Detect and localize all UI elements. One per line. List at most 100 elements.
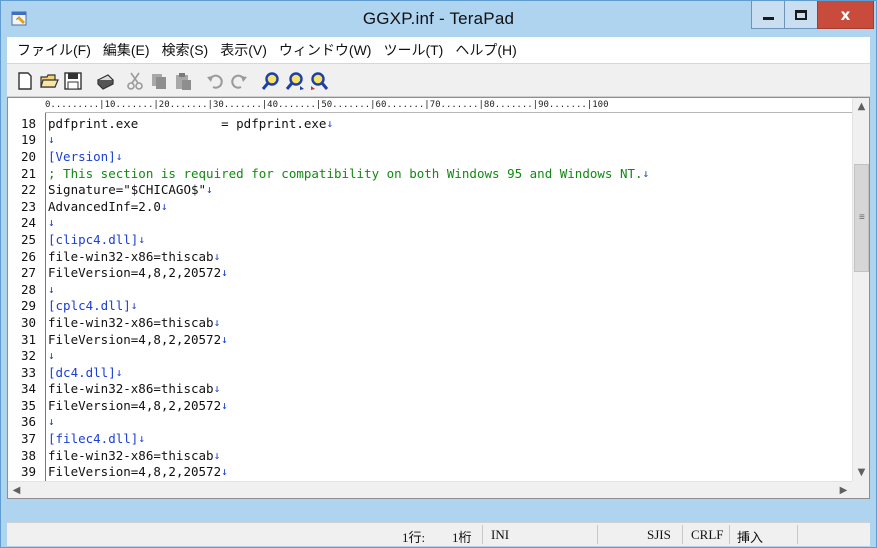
- new-file-icon[interactable]: [15, 71, 35, 91]
- paste-icon[interactable]: [173, 71, 193, 91]
- line-break-mark-icon: ↓: [48, 282, 55, 296]
- toolbar: [7, 63, 870, 97]
- menu-help[interactable]: ヘルプ(H): [451, 40, 524, 60]
- line-text: [cplc4.dll]: [48, 298, 131, 314]
- line-break-mark-icon: ↓: [48, 415, 55, 429]
- line-number: 24: [20, 215, 36, 231]
- editor-line[interactable]: 27 FileVersion=4,8,2,20572 ↓: [8, 264, 854, 281]
- status-column: 1桁: [452, 530, 472, 545]
- line-text: [clipc4.dll]: [48, 231, 139, 247]
- status-mode: INI: [491, 527, 510, 542]
- editor-line[interactable]: 25 [clipc4.dll] ↓: [8, 231, 854, 248]
- scroll-down-icon[interactable]: ▼: [853, 464, 869, 481]
- line-text: file-win32-x86=thiscab: [48, 248, 214, 264]
- line-break-mark-icon: ↓: [221, 332, 228, 346]
- grip-icon: ≡: [859, 212, 865, 223]
- status-divider: [682, 525, 683, 544]
- line-text: file-win32-x86=thiscab: [48, 314, 214, 330]
- maximize-button[interactable]: [784, 1, 818, 29]
- scroll-left-icon[interactable]: ◀: [8, 482, 25, 498]
- editor-line[interactable]: 33 [dc4.dll] ↓: [8, 364, 854, 381]
- undo-icon[interactable]: [205, 71, 225, 91]
- menu-search[interactable]: 検索(S): [158, 40, 217, 60]
- open-folder-icon[interactable]: [39, 71, 59, 91]
- line-number: 22: [20, 182, 36, 198]
- status-divider: [482, 525, 483, 544]
- editor-line[interactable]: 36 ↓: [8, 414, 854, 431]
- status-insert-mode: 挿入: [737, 530, 764, 545]
- editor-line[interactable]: 30 file-win32-x86=thiscab ↓: [8, 314, 854, 331]
- status-divider: [597, 525, 598, 544]
- copy-icon[interactable]: [149, 71, 169, 91]
- vertical-scrollbar[interactable]: ▲ ≡ ▼: [852, 98, 869, 481]
- find-icon[interactable]: [261, 71, 281, 91]
- line-text: Signature="$CHICAGO$": [48, 182, 207, 198]
- column-ruler: 0.........|10.......|20.......|30.......…: [45, 98, 855, 113]
- line-break-mark-icon: ↓: [326, 116, 334, 130]
- line-number: 19: [20, 132, 36, 148]
- line-number: 39: [20, 464, 36, 480]
- menu-tools[interactable]: ツール(T): [379, 40, 451, 60]
- editor-line[interactable]: 34 file-win32-x86=thiscab ↓: [8, 381, 854, 398]
- line-text: [Version]: [48, 148, 116, 164]
- horizontal-scrollbar[interactable]: ◀ ▶: [8, 481, 852, 498]
- editor-line[interactable]: 21 ; This section is required for compati…: [8, 165, 854, 182]
- editor-line[interactable]: 29 [cplc4.dll] ↓: [8, 298, 854, 315]
- scroll-up-icon[interactable]: ▲: [853, 98, 869, 115]
- line-number: 32: [20, 348, 36, 364]
- line-text: AdvancedInf=2.0: [48, 198, 161, 214]
- menu-file[interactable]: ファイル(F): [13, 40, 99, 60]
- line-number: 34: [20, 381, 36, 397]
- editor-line[interactable]: 32 ↓: [8, 347, 854, 364]
- find-previous-icon[interactable]: [309, 71, 329, 91]
- close-button[interactable]: x: [817, 1, 874, 29]
- line-break-mark-icon: ↓: [213, 448, 221, 462]
- cut-icon[interactable]: [125, 71, 145, 91]
- line-break-mark-icon: ↓: [115, 149, 123, 163]
- line-break-mark-icon: ↓: [138, 432, 145, 446]
- editor-line[interactable]: 39 FileVersion=4,8,2,20572 ↓: [8, 463, 854, 480]
- line-text: file-win32-x86=thiscab: [48, 381, 214, 397]
- editor-line[interactable]: 19 ↓: [8, 132, 854, 149]
- redo-icon[interactable]: [229, 71, 249, 91]
- line-break-mark-icon: ↓: [642, 166, 650, 180]
- scroll-right-icon[interactable]: ▶: [835, 482, 852, 498]
- editor-line[interactable]: 23 AdvancedInf=2.0 ↓: [8, 198, 854, 215]
- editor-line[interactable]: 38 file-win32-x86=thiscab ↓: [8, 447, 854, 464]
- status-line: 1行:: [402, 530, 426, 545]
- line-text: pdfprint.exe = pdfprint.exe: [48, 115, 327, 131]
- editor-line[interactable]: 24 ↓: [8, 215, 854, 232]
- line-text: FileVersion=4,8,2,20572: [48, 265, 222, 281]
- find-next-icon[interactable]: [285, 71, 305, 91]
- editor-line[interactable]: 31 FileVersion=4,8,2,20572 ↓: [8, 331, 854, 348]
- print-icon[interactable]: [95, 71, 115, 91]
- editor-line[interactable]: 18 pdfprint.exe = pdfprint.exe ↓: [8, 115, 854, 132]
- line-number: 33: [20, 364, 36, 380]
- menu-window[interactable]: ウィンドウ(W): [275, 40, 380, 60]
- line-break-mark-icon: ↓: [221, 465, 228, 479]
- editor-line[interactable]: 20 [Version] ↓: [8, 148, 854, 165]
- line-break-mark-icon: ↓: [206, 183, 213, 197]
- editor-line[interactable]: 35 FileVersion=4,8,2,20572 ↓: [8, 397, 854, 414]
- status-bar: 1行: 1桁 INI SJIS CRLF 挿入: [7, 522, 870, 546]
- save-icon[interactable]: [63, 71, 83, 91]
- line-number: 25: [20, 231, 36, 247]
- minimize-icon: [762, 17, 774, 20]
- vertical-scroll-thumb[interactable]: ≡: [854, 164, 869, 272]
- editor-line[interactable]: 22 Signature="$CHICAGO$" ↓: [8, 181, 854, 198]
- editor-line[interactable]: 37 [filec4.dll] ↓: [8, 430, 854, 447]
- editor-line[interactable]: 28 ↓: [8, 281, 854, 298]
- title-bar[interactable]: GGXP.inf - TeraPad x: [1, 1, 876, 37]
- editor-line[interactable]: 26 file-win32-x86=thiscab ↓: [8, 248, 854, 265]
- status-line-ending: CRLF: [691, 527, 724, 542]
- line-number: 29: [20, 298, 36, 314]
- line-text: FileVersion=4,8,2,20572: [48, 464, 222, 480]
- line-number: 23: [20, 198, 36, 214]
- menu-view[interactable]: 表示(V): [216, 40, 275, 60]
- status-encoding: SJIS: [647, 527, 671, 542]
- text-editor[interactable]: 0.........|10.......|20.......|30.......…: [7, 97, 870, 499]
- line-break-mark-icon: ↓: [115, 365, 123, 379]
- minimize-button[interactable]: [751, 1, 785, 29]
- window-title: GGXP.inf - TeraPad: [362, 9, 515, 28]
- menu-edit[interactable]: 編集(E): [99, 40, 158, 60]
